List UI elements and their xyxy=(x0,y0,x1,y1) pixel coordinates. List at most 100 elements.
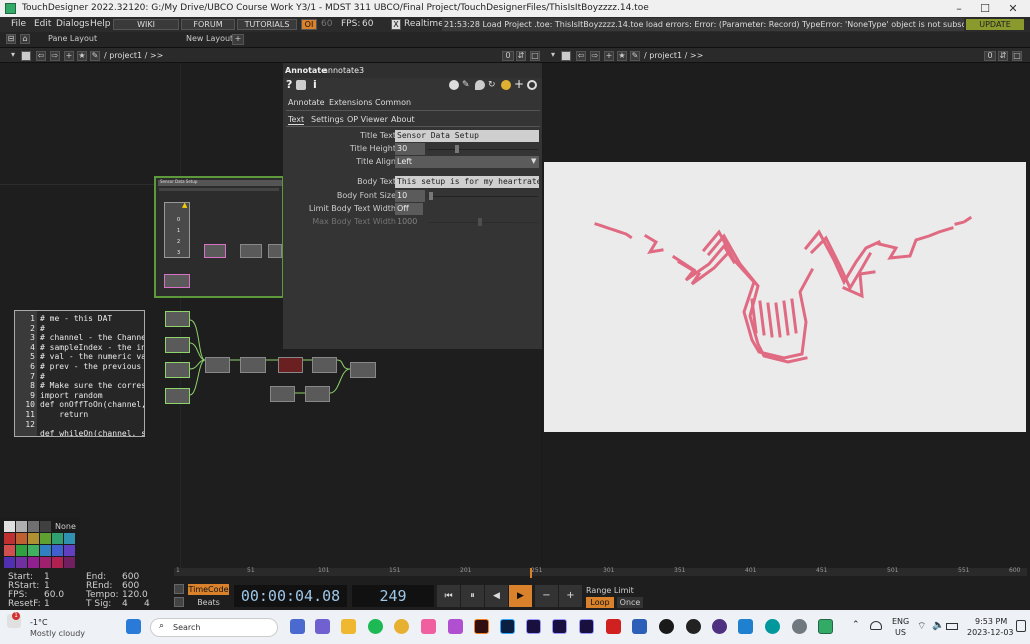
swatch-lime[interactable] xyxy=(16,545,27,556)
menu-file[interactable]: File xyxy=(11,17,26,32)
maximize-icon[interactable]: ☐ xyxy=(972,0,998,17)
swatch-blue[interactable] xyxy=(40,545,51,556)
bookmark-icon-right[interactable]: ★ xyxy=(617,51,627,61)
pane-layout-label[interactable]: Pane Layout xyxy=(48,34,97,43)
chop-node[interactable] xyxy=(165,337,190,353)
illustrator-icon[interactable] xyxy=(474,619,489,634)
pencil-icon[interactable]: ✎ xyxy=(462,80,472,90)
chop-node[interactable] xyxy=(312,357,337,373)
info-icon[interactable]: i xyxy=(313,78,317,91)
clone-icon[interactable]: ↻ xyxy=(488,80,498,90)
word-icon[interactable] xyxy=(632,619,647,634)
swatch-purple[interactable] xyxy=(4,557,15,568)
app-icon[interactable] xyxy=(448,619,463,634)
subtab-text[interactable]: Text xyxy=(288,115,305,125)
chop-node[interactable] xyxy=(350,362,376,378)
status-message[interactable]: 21:53:28 Load Project .toe: ThisIsItBoyz… xyxy=(442,18,964,31)
swatch-berry[interactable] xyxy=(40,557,51,568)
increment-icon[interactable]: + xyxy=(559,585,582,607)
tab-extensions[interactable]: Extensions xyxy=(329,98,372,107)
title-height-field[interactable]: 30 xyxy=(395,143,425,155)
title-height-slider-track[interactable] xyxy=(428,149,538,150)
limit-body-width-toggle[interactable]: Off xyxy=(395,203,423,215)
tab-common[interactable]: Common xyxy=(375,98,411,107)
realtime-checkbox[interactable]: X xyxy=(391,19,401,30)
media-encoder-icon[interactable] xyxy=(552,619,567,634)
chop-node[interactable] xyxy=(278,357,303,373)
swatch-red[interactable] xyxy=(4,533,15,544)
zero-button-right[interactable]: 0 xyxy=(984,51,996,61)
swatch-teal[interactable] xyxy=(52,533,63,544)
menu-edit[interactable]: Edit xyxy=(34,17,51,32)
chop-node[interactable] xyxy=(165,388,190,404)
resetf-value[interactable]: 1 xyxy=(44,599,50,609)
tab-annotate[interactable]: Annotate xyxy=(288,98,325,107)
tutorials-button[interactable]: TUTORIALS xyxy=(237,19,297,30)
github-icon[interactable] xyxy=(659,619,674,634)
chop-node[interactable] xyxy=(165,362,190,378)
rewind-icon[interactable]: ⏮ xyxy=(437,585,460,607)
step-back-icon[interactable]: ◀ xyxy=(485,585,508,607)
python-extension-icon[interactable] xyxy=(501,80,511,90)
pane-menu-icon-right[interactable]: ▾ xyxy=(548,51,558,61)
close-pane-icon-right[interactable]: □ xyxy=(1012,51,1022,61)
help-icon[interactable]: ? xyxy=(286,78,292,91)
swatch-indigo[interactable] xyxy=(52,545,63,556)
comment-icon[interactable] xyxy=(475,80,485,90)
timeline-ruler[interactable]: 1 51 101 151 201 251 301 351 401 451 501 551 600 xyxy=(174,567,1027,576)
chevron-up-icon[interactable]: ⌃ xyxy=(852,620,860,630)
weather-desc[interactable]: Mostly cloudy xyxy=(30,629,85,638)
swatch-cyan[interactable] xyxy=(64,533,75,544)
timecode-button[interactable]: TimeCode xyxy=(188,584,229,595)
task-view-icon[interactable] xyxy=(290,619,305,634)
subtab-about[interactable]: About xyxy=(391,115,415,124)
once-button[interactable]: Once xyxy=(617,597,643,608)
stop-icon-right[interactable] xyxy=(561,51,571,61)
wifi-icon[interactable]: ⌔ xyxy=(917,620,926,633)
premiere-icon[interactable] xyxy=(579,619,594,634)
split-icon[interactable]: ⇵ xyxy=(516,51,526,61)
title-text-field[interactable]: Sensor Data Setup xyxy=(395,130,539,142)
clock-time[interactable]: 9:53 PM xyxy=(975,617,1007,626)
back-icon[interactable]: ⇦ xyxy=(36,51,46,61)
forum-button[interactable]: FORUM xyxy=(181,19,235,30)
pause-icon[interactable]: ⏸ xyxy=(461,585,484,607)
plus-icon[interactable]: + xyxy=(514,78,524,90)
app-icon[interactable] xyxy=(712,619,727,634)
subtab-settings[interactable]: Settings xyxy=(311,115,344,124)
swatch-wine[interactable] xyxy=(64,557,75,568)
minimize-icon[interactable]: – xyxy=(946,0,972,17)
beats-button[interactable]: Beats xyxy=(188,597,229,608)
bookmark-icon[interactable]: ★ xyxy=(77,51,87,61)
tsig-numerator[interactable]: 4 xyxy=(122,599,128,609)
edit-icon[interactable]: ✎ xyxy=(90,51,100,61)
body-font-size-field[interactable]: 10 xyxy=(395,190,425,202)
split-icon-right[interactable]: ⇵ xyxy=(998,51,1008,61)
loop-button[interactable]: Loop xyxy=(586,597,614,608)
edit-icon-right[interactable]: ✎ xyxy=(630,51,640,61)
title-height-slider-handle[interactable] xyxy=(455,145,459,153)
update-button[interactable]: UPDATE xyxy=(966,19,1024,30)
after-effects-icon[interactable] xyxy=(526,619,541,634)
database-icon[interactable] xyxy=(449,80,459,90)
add-icon-right[interactable]: + xyxy=(604,51,614,61)
play-icon[interactable]: ▶ xyxy=(509,585,532,607)
timecode-display[interactable]: 00:00:04.08 xyxy=(234,585,347,607)
python-icon[interactable] xyxy=(296,80,306,90)
forward-icon[interactable]: ⇨ xyxy=(50,51,60,61)
close-pane-icon[interactable]: □ xyxy=(530,51,540,61)
touchdesigner-taskbar-icon[interactable] xyxy=(818,619,833,634)
menu-help[interactable]: Help xyxy=(90,17,111,32)
beats-toggle-icon[interactable] xyxy=(174,597,184,607)
frame-display[interactable]: 249 xyxy=(352,585,434,607)
search-box[interactable]: ⌕ Search xyxy=(150,618,278,637)
app-icon[interactable] xyxy=(686,619,701,634)
network-path[interactable]: / project1 / >> xyxy=(104,51,163,60)
math-chop-node[interactable] xyxy=(205,357,230,373)
notification-center-icon[interactable] xyxy=(1016,620,1026,632)
photoshop-icon[interactable] xyxy=(500,619,515,634)
zero-button[interactable]: 0 xyxy=(502,51,514,61)
body-font-size-slider-handle[interactable] xyxy=(429,192,433,200)
playhead[interactable] xyxy=(530,568,532,578)
palette-none[interactable]: None xyxy=(55,522,76,531)
